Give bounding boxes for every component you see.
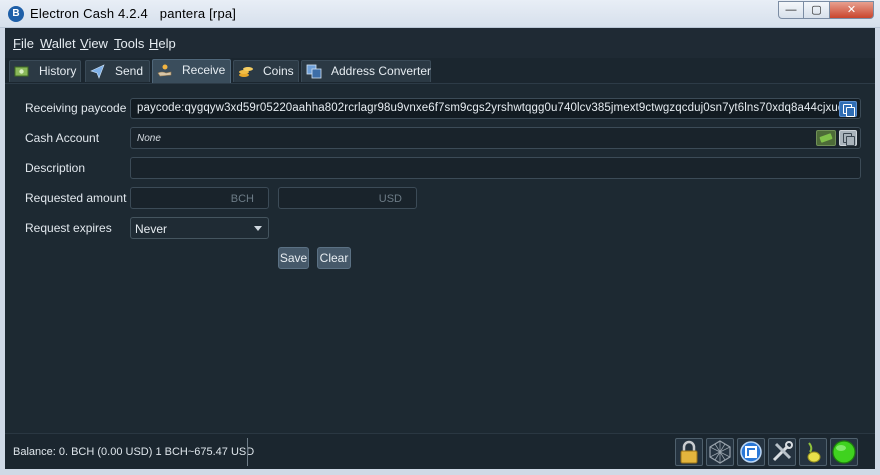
request-expires-value: Never bbox=[135, 222, 168, 236]
copy-paycode-button[interactable] bbox=[839, 101, 857, 117]
close-button[interactable]: ✕ bbox=[830, 1, 874, 19]
menu-help[interactable]: Help bbox=[149, 36, 176, 51]
send-arrow-icon bbox=[90, 64, 105, 79]
cashshuffle-button[interactable] bbox=[706, 438, 734, 466]
window-controls: — ▢ ✕ bbox=[778, 1, 874, 19]
coins-stack-icon bbox=[239, 67, 253, 77]
lock-icon bbox=[680, 440, 698, 464]
window-title: Electron Cash 4.2.4 pantera [rpa] bbox=[30, 6, 236, 21]
cash-account-value: None bbox=[137, 133, 161, 144]
title-app-name: Electron Cash 4.2.4 bbox=[30, 6, 148, 21]
tab-history-label: History bbox=[39, 64, 77, 78]
minimize-button[interactable]: — bbox=[778, 1, 804, 19]
description-input[interactable] bbox=[130, 157, 861, 179]
menu-wallet-label: allet bbox=[51, 36, 76, 51]
cash-account-money-icon[interactable] bbox=[816, 130, 836, 146]
electron-cash-logo-icon: B bbox=[8, 6, 24, 22]
chevron-down-icon bbox=[254, 226, 262, 231]
status-separator bbox=[247, 438, 248, 466]
description-label: Description bbox=[25, 161, 86, 175]
status-bar: Balance: 0. BCH (0.00 USD) 1 BCH~675.47 … bbox=[5, 433, 875, 469]
menu-file-mnemonic: F bbox=[13, 36, 21, 51]
tab-coins[interactable]: Coins bbox=[233, 60, 299, 82]
receive-hand-icon bbox=[157, 64, 172, 77]
copy-cash-account-button[interactable] bbox=[839, 130, 857, 146]
title-wallet-name: pantera bbox=[159, 6, 206, 21]
tools-icon bbox=[772, 441, 793, 462]
menu-bar: File Wallet View Tools Help bbox=[5, 28, 875, 58]
seed-button[interactable] bbox=[799, 438, 827, 466]
address-converter-icon bbox=[306, 64, 322, 79]
title-wallet-tag: [rpa] bbox=[209, 6, 237, 21]
history-money-icon bbox=[14, 66, 29, 77]
menu-file-label: ile bbox=[20, 36, 34, 51]
seed-icon bbox=[807, 442, 821, 463]
tab-address-converter-label: Address Converter bbox=[331, 64, 432, 78]
receiving-paycode-field[interactable]: paycode:qygqyw3xd59r05220aahha802rcrlagr… bbox=[130, 98, 861, 119]
cash-account-label: Cash Account bbox=[25, 131, 100, 145]
preferences-icon bbox=[740, 441, 762, 463]
amount-bch-unit: BCH bbox=[230, 193, 254, 205]
tab-receive-label: Receive bbox=[182, 63, 226, 77]
menu-tools[interactable]: Tools bbox=[114, 36, 144, 51]
menu-view-label: iew bbox=[88, 36, 108, 51]
lock-button[interactable] bbox=[675, 438, 703, 466]
menu-file[interactable]: File bbox=[13, 36, 34, 51]
maximize-button[interactable]: ▢ bbox=[804, 1, 830, 19]
balance-text: Balance: 0. BCH (0.00 USD) 1 BCH~675.47 … bbox=[13, 446, 255, 458]
tab-address-converter[interactable]: Address Converter bbox=[301, 60, 431, 82]
request-expires-label: Request expires bbox=[25, 221, 112, 235]
tab-history[interactable]: History bbox=[9, 60, 81, 82]
tab-coins-label: Coins bbox=[263, 64, 294, 78]
menu-view[interactable]: View bbox=[80, 36, 108, 51]
menu-wallet[interactable]: Wallet bbox=[40, 36, 76, 51]
cashshuffle-icon bbox=[709, 440, 731, 464]
receive-panel: Receiving paycode paycode:qygqyw3xd59r05… bbox=[5, 84, 875, 433]
amount-usd-input[interactable]: USD bbox=[278, 187, 417, 209]
menu-help-mnemonic: H bbox=[149, 36, 159, 51]
menu-tools-label: ools bbox=[120, 36, 145, 51]
tab-receive[interactable]: Receive bbox=[152, 59, 231, 83]
tools-button[interactable] bbox=[768, 438, 796, 466]
preferences-button[interactable] bbox=[737, 438, 765, 466]
amount-bch-input[interactable]: BCH bbox=[130, 187, 269, 209]
menu-help-label: elp bbox=[158, 36, 176, 51]
menu-wallet-mnemonic: W bbox=[40, 36, 52, 51]
clear-button[interactable]: Clear bbox=[317, 247, 351, 269]
tab-send[interactable]: Send bbox=[85, 60, 150, 82]
tab-send-label: Send bbox=[115, 64, 144, 78]
receiving-paycode-label: Receiving paycode bbox=[25, 101, 127, 115]
window-titlebar: B Electron Cash 4.2.4 pantera [rpa] — ▢ … bbox=[0, 0, 880, 28]
tab-bar: History Send Receive Coins Address Conve… bbox=[5, 58, 875, 84]
window-bottom-frame bbox=[0, 469, 880, 475]
network-status-button[interactable] bbox=[830, 438, 858, 466]
main-window: File Wallet View Tools Help History Send… bbox=[5, 28, 875, 469]
request-expires-select[interactable]: Never bbox=[130, 217, 269, 239]
network-connected-icon bbox=[832, 440, 856, 464]
cash-account-field: None bbox=[130, 127, 861, 149]
receiving-paycode-value: paycode:qygqyw3xd59r05220aahha802rcrlagr… bbox=[137, 102, 839, 114]
requested-amount-label: Requested amount bbox=[25, 191, 127, 205]
save-button[interactable]: Save bbox=[278, 247, 309, 269]
amount-usd-unit: USD bbox=[378, 193, 402, 205]
